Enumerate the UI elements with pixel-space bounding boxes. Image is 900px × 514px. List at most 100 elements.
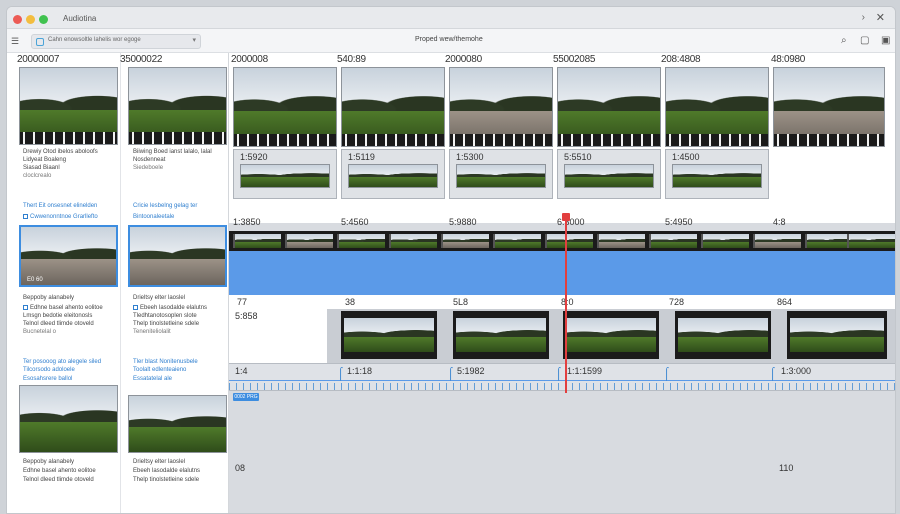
time-ruler[interactable]: 1:4 ⌠ 1:1:18 ⌠ 5:1982 ⌠ 1:1:1599 ⌠ ⌠ 1:3… bbox=[229, 363, 895, 391]
panel-icon[interactable]: ▣ bbox=[881, 35, 890, 46]
selected-track[interactable] bbox=[229, 251, 895, 295]
clip-meta: Siedeboele bbox=[133, 165, 164, 171]
column-header-1: 20000007 bbox=[17, 54, 60, 65]
ruler-label: 1:4 bbox=[235, 366, 248, 376]
column-header-2: 35000022 bbox=[120, 54, 163, 65]
clip-index: 77 bbox=[237, 297, 248, 307]
clip-title: Tler blast Nonitenusbele bbox=[133, 359, 198, 365]
timeline-frame[interactable] bbox=[773, 67, 885, 147]
keyframe-marker-icon[interactable]: ⌠ bbox=[769, 366, 776, 380]
playhead[interactable] bbox=[565, 217, 567, 393]
checkbox-icon[interactable] bbox=[133, 305, 138, 310]
timeline-clip[interactable] bbox=[675, 311, 771, 359]
clip-timecode: 5:858 bbox=[235, 311, 258, 321]
timecode-label: 540:89 bbox=[337, 54, 366, 65]
clip-meta: Bucnetelal o bbox=[23, 329, 57, 335]
ruler-label: 1:1:18 bbox=[347, 366, 373, 376]
clip-meta: cloclcrealo bbox=[23, 173, 52, 179]
checkbox-icon[interactable] bbox=[23, 305, 28, 310]
timecode-label: 208:4808 bbox=[661, 54, 701, 65]
clip-meta: Teneniteliolalit bbox=[133, 329, 171, 335]
frame-box[interactable]: 1:4500 bbox=[665, 149, 769, 199]
chevron-down-icon[interactable]: ▾ bbox=[192, 36, 196, 44]
clip-meta: Tledhtanotosoplen slote bbox=[133, 313, 197, 319]
close-icon[interactable]: ✕ bbox=[876, 11, 885, 24]
clip-thumbnail[interactable] bbox=[19, 67, 118, 145]
clip-meta: Edhne basel ahento eolitoe bbox=[23, 305, 103, 311]
app-window: Audiotina › ✕ ☰ Cahn enowsoltle lahelis … bbox=[6, 6, 896, 514]
ruler-label: 1:3:000 bbox=[781, 366, 812, 376]
clip-meta: Ebeeh lasodalde elalutns bbox=[133, 468, 201, 474]
clip-meta: Beppoby alanabely bbox=[23, 459, 75, 465]
clip-thumbnail[interactable] bbox=[19, 385, 118, 453]
clip-meta: Beppoby alanabely bbox=[23, 295, 75, 301]
timeline-clip[interactable] bbox=[563, 311, 659, 359]
clip-index: 864 bbox=[777, 297, 793, 307]
clip-meta: Drewiy Otod ibelos aboloofs bbox=[23, 149, 98, 155]
timecode-label: 2000008 bbox=[231, 54, 268, 65]
clip-index: 8:0 bbox=[561, 297, 574, 307]
keyframe-marker-icon[interactable]: ⌠ bbox=[555, 366, 562, 380]
clip-meta: Siasad Biaanl bbox=[23, 165, 60, 171]
clip-index: 728 bbox=[669, 297, 685, 307]
ruler-label: 1:1:1599 bbox=[567, 366, 603, 376]
timeline-frame[interactable] bbox=[449, 67, 553, 147]
window-icon[interactable]: ▢ bbox=[860, 35, 869, 46]
clip-subtitle: Essatatelal ale bbox=[133, 376, 173, 382]
timeline-frame[interactable] bbox=[557, 67, 661, 147]
clip-meta: Thelp tinolstetleine sdele bbox=[133, 477, 200, 483]
timeline-clip[interactable] bbox=[341, 311, 437, 359]
clip-meta: Telnol dleed tlimde otoveld bbox=[23, 321, 94, 327]
clip-title: Thert Eit onsesnet elinelden bbox=[23, 203, 98, 209]
video-track-strip[interactable] bbox=[229, 231, 895, 251]
clip-meta: Drieltsy elter laoslel bbox=[133, 459, 186, 465]
ruler-label: 5:1982 bbox=[457, 366, 485, 376]
clip-thumbnail[interactable] bbox=[128, 395, 227, 453]
close-window-button[interactable] bbox=[13, 15, 22, 24]
track-timecode: 5:4950 bbox=[665, 217, 693, 227]
maximize-window-button[interactable] bbox=[39, 15, 48, 24]
search-placeholder: Cahn enowsoltle lahelis wor egoge bbox=[48, 37, 141, 43]
clip-meta: Lmsgn bedotie eleitonosls bbox=[23, 313, 93, 319]
keyframe-marker-icon[interactable]: ⌠ bbox=[337, 366, 344, 380]
clip-meta: Nosdenneat bbox=[133, 157, 166, 163]
clip-subtitle: Cwwenonntnoe Grarllefto bbox=[23, 214, 98, 220]
column-divider bbox=[120, 53, 121, 513]
ruler-badge: 0002 PRG bbox=[233, 393, 259, 401]
selected-clip-thumbnail[interactable]: E0 60 bbox=[19, 225, 118, 287]
timeline-clip[interactable] bbox=[453, 311, 549, 359]
keyframe-marker-icon[interactable]: ⌠ bbox=[663, 366, 670, 380]
clip-subtitle: Esosahsrere ballol bbox=[23, 376, 73, 382]
clip-thumbnail[interactable] bbox=[128, 67, 227, 145]
frame-box[interactable]: 1:5300 bbox=[449, 149, 553, 199]
track-timecode: 5:4560 bbox=[341, 217, 369, 227]
keyframe-marker-icon[interactable]: ⌠ bbox=[447, 366, 454, 380]
timeline-panel: 2000008 540:89 2000080 55002085 208:4808… bbox=[229, 53, 895, 513]
clip-subtitle: Toolalt edlenteaieno bbox=[133, 367, 187, 373]
clip-title: Cricie lesbelng gelag ter bbox=[133, 203, 198, 209]
timecode-label: 2000080 bbox=[445, 54, 482, 65]
zoom-icon[interactable]: ⌕ bbox=[841, 35, 847, 46]
timeline-clip[interactable] bbox=[787, 311, 887, 359]
toolbar: ☰ Cahn enowsoltle lahelis wor egoge ▾ Pr… bbox=[7, 29, 895, 53]
search-icon bbox=[36, 38, 44, 46]
clip-meta: Edhne basel ahento eolitoe bbox=[23, 468, 96, 474]
frame-box[interactable]: 1:5119 bbox=[341, 149, 445, 199]
clip-meta: Ebeeh lasodalde elalutns bbox=[133, 305, 207, 311]
timeline-frame[interactable] bbox=[341, 67, 445, 147]
timeline-frame[interactable] bbox=[233, 67, 337, 147]
clip-subtitle: Tilcorsodo adoloele bbox=[23, 367, 75, 373]
menu-icon[interactable]: ☰ bbox=[11, 36, 19, 47]
clip-subtitle: Bintoonaleetale bbox=[133, 214, 175, 220]
checkbox-icon[interactable] bbox=[23, 214, 28, 219]
timeline-frame[interactable] bbox=[665, 67, 769, 147]
selected-clip-thumbnail[interactable] bbox=[128, 225, 227, 287]
track-label: 110 bbox=[779, 463, 794, 473]
search-input[interactable]: Cahn enowsoltle lahelis wor egoge ▾ bbox=[31, 34, 201, 49]
frame-box[interactable]: 5:5510 bbox=[557, 149, 661, 199]
chevron-right-icon[interactable]: › bbox=[862, 12, 865, 23]
clip-meta: Thelp tinolstetleine sdele bbox=[133, 321, 200, 327]
minimize-window-button[interactable] bbox=[26, 15, 35, 24]
frame-box[interactable]: 1:5920 bbox=[233, 149, 337, 199]
clip-duration: E0 60 bbox=[27, 277, 43, 283]
